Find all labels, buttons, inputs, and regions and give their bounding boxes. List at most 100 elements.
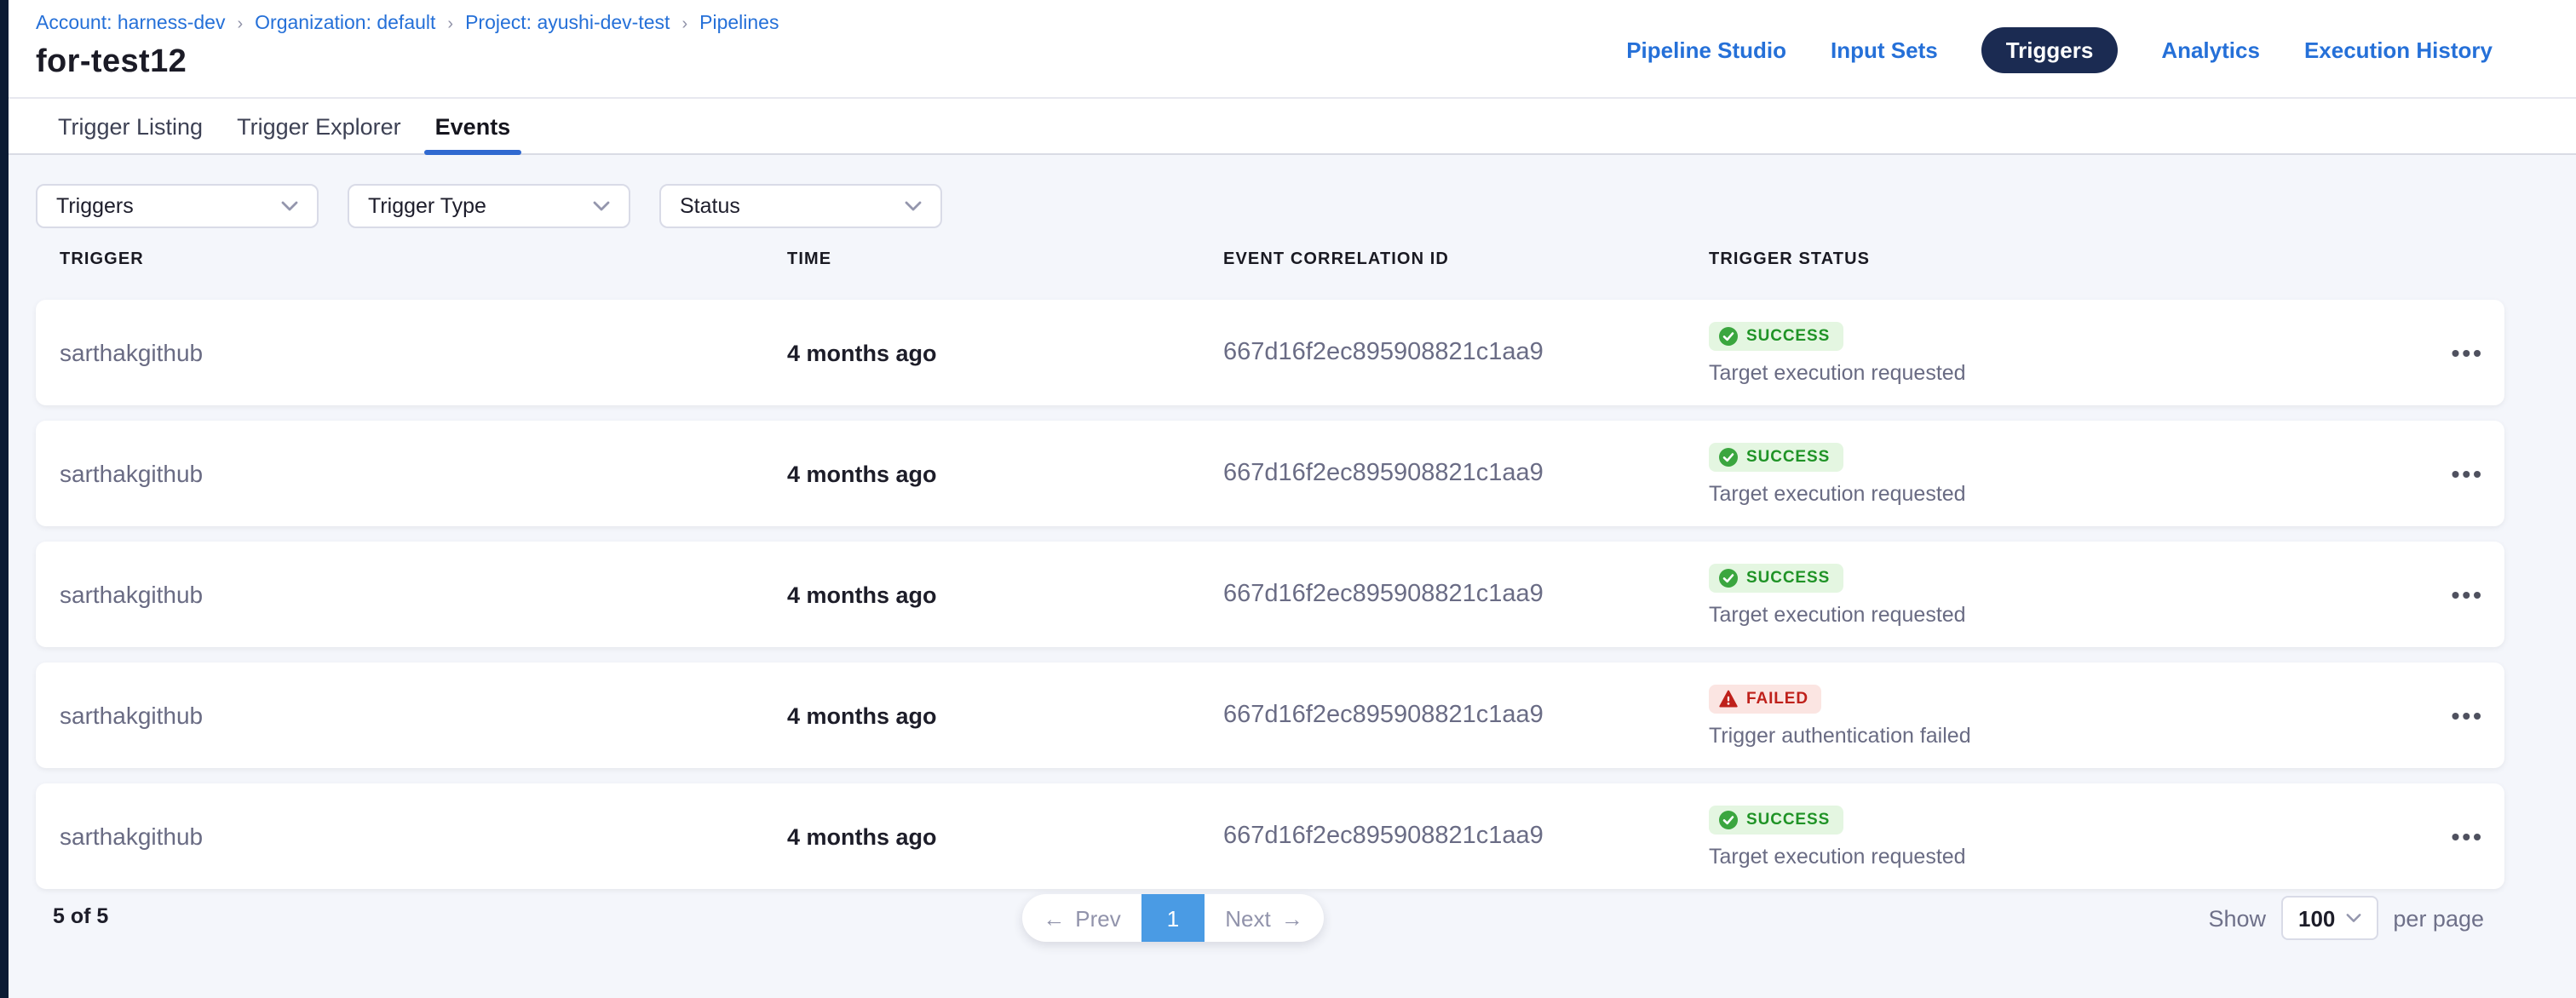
event-time: 4 months ago [787,703,1223,728]
trigger-type-filter-label: Trigger Type [368,194,486,218]
status-filter-dropdown[interactable]: Status [659,184,942,228]
filter-bar: Triggers Trigger Type Status [36,184,942,228]
status-badge: FAILED [1709,684,1822,713]
status-badge: SUCCESS [1709,442,1843,471]
trigger-name: sarthakgithub [60,581,787,608]
trigger-status-cell: SUCCESS Target execution requested [1709,442,2481,505]
trigger-status-cell: SUCCESS Target execution requested [1709,805,2481,868]
show-label: Show [2208,905,2266,931]
success-check-icon [1719,568,1738,587]
table-row[interactable]: sarthakgithub 4 months ago 667d16f2ec895… [36,542,2504,647]
event-correlation-id: 667d16f2ec895908821c1aa9 [1223,339,1709,366]
table-row[interactable]: sarthakgithub 4 months ago 667d16f2ec895… [36,662,2504,768]
status-badge-label: SUCCESS [1746,568,1830,587]
chevron-down-icon [2345,913,2360,923]
event-time: 4 months ago [787,461,1223,486]
table-header: TRIGGER TIME EVENT CORRELATION ID TRIGGE… [36,250,2504,269]
trigger-status-cell: SUCCESS Target execution requested [1709,563,2481,626]
tab-trigger-listing[interactable]: Trigger Listing [58,99,203,153]
column-header-trigger-status: TRIGGER STATUS [1709,250,2481,269]
status-message: Target execution requested [1709,844,2481,868]
status-message: Target execution requested [1709,481,2481,505]
breadcrumb: Account: harness-dev › Organization: def… [36,14,779,34]
breadcrumb-account[interactable]: Account: harness-dev [36,14,225,34]
event-correlation-id: 667d16f2ec895908821c1aa9 [1223,581,1709,608]
page-size-value: 100 [2298,905,2335,931]
trigger-name: sarthakgithub [60,460,787,487]
status-badge: SUCCESS [1709,805,1843,834]
tab-events[interactable]: Events [435,99,511,153]
tab-bar: Trigger Listing Trigger Explorer Events [9,97,2576,155]
status-badge: SUCCESS [1709,563,1843,592]
column-header-event-correlation-id: EVENT CORRELATION ID [1223,250,1709,269]
results-count: 5 of 5 [53,904,108,928]
trigger-name: sarthakgithub [60,339,787,366]
status-message: Target execution requested [1709,602,2481,626]
chevron-down-icon [905,201,922,211]
breadcrumb-separator: › [237,14,243,33]
collapsed-sidenav-edge [0,0,9,998]
row-more-menu-icon[interactable]: ••• [2452,823,2484,850]
breadcrumb-separator: › [447,14,453,33]
event-time: 4 months ago [787,582,1223,607]
breadcrumb-pipelines[interactable]: Pipelines [699,14,779,34]
breadcrumb-project[interactable]: Project: ayushi-dev-test [465,14,670,34]
nav-execution-history[interactable]: Execution History [2304,37,2493,63]
prev-label: Prev [1075,905,1120,931]
prev-page-button[interactable]: ← Prev [1022,894,1141,942]
table-row[interactable]: sarthakgithub 4 months ago 667d16f2ec895… [36,421,2504,526]
breadcrumb-separator: › [681,14,687,33]
nav-input-sets[interactable]: Input Sets [1831,37,1938,63]
page-title: for-test12 [36,44,187,82]
next-page-button[interactable]: Next → [1205,894,1324,942]
column-header-trigger: TRIGGER [60,250,787,269]
warning-triangle-icon [1719,689,1738,708]
success-check-icon [1719,326,1738,345]
current-page-button[interactable]: 1 [1141,894,1205,942]
chevron-down-icon [281,201,298,211]
trigger-status-cell: SUCCESS Target execution requested [1709,321,2481,384]
status-badge-label: SUCCESS [1746,326,1830,345]
page-size-dropdown[interactable]: 100 [2281,896,2378,940]
trigger-type-filter-dropdown[interactable]: Trigger Type [348,184,630,228]
arrow-right-icon: → [1281,905,1303,931]
chevron-down-icon [593,201,610,211]
page-header: Account: harness-dev › Organization: def… [9,0,2576,97]
pagination: ← Prev 1 Next → [1022,894,1324,942]
trigger-name: sarthakgithub [60,823,787,850]
trigger-status-cell: FAILED Trigger authentication failed [1709,684,2481,747]
event-time: 4 months ago [787,340,1223,365]
status-badge-label: FAILED [1746,689,1808,708]
success-check-icon [1719,447,1738,466]
table-row[interactable]: sarthakgithub 4 months ago 667d16f2ec895… [36,300,2504,405]
triggers-filter-dropdown[interactable]: Triggers [36,184,319,228]
success-check-icon [1719,810,1738,829]
table-row[interactable]: sarthakgithub 4 months ago 667d16f2ec895… [36,783,2504,889]
nav-triggers[interactable]: Triggers [1982,27,2118,73]
row-more-menu-icon[interactable]: ••• [2452,339,2484,366]
status-badge-label: SUCCESS [1746,810,1830,829]
status-badge: SUCCESS [1709,321,1843,350]
status-message: Target execution requested [1709,360,2481,384]
row-more-menu-icon[interactable]: ••• [2452,581,2484,608]
arrow-left-icon: ← [1043,905,1065,931]
breadcrumb-organization[interactable]: Organization: default [255,14,435,34]
event-correlation-id: 667d16f2ec895908821c1aa9 [1223,823,1709,850]
triggers-filter-label: Triggers [56,194,134,218]
tab-trigger-explorer[interactable]: Trigger Explorer [237,99,401,153]
row-more-menu-icon[interactable]: ••• [2452,702,2484,729]
nav-analytics[interactable]: Analytics [2161,37,2260,63]
triggers-events-page: Account: harness-dev › Organization: def… [0,0,2576,998]
page-size-control: Show 100 per page [2208,894,2484,942]
nav-pipeline-studio[interactable]: Pipeline Studio [1626,37,1786,63]
next-label: Next [1225,905,1270,931]
column-header-time: TIME [787,250,1223,269]
per-page-label: per page [2393,905,2484,931]
event-time: 4 months ago [787,823,1223,849]
status-badge-label: SUCCESS [1746,447,1830,466]
row-more-menu-icon[interactable]: ••• [2452,460,2484,487]
event-correlation-id: 667d16f2ec895908821c1aa9 [1223,702,1709,729]
status-filter-label: Status [680,194,740,218]
events-table: sarthakgithub 4 months ago 667d16f2ec895… [36,300,2504,904]
status-message: Trigger authentication failed [1709,723,2481,747]
